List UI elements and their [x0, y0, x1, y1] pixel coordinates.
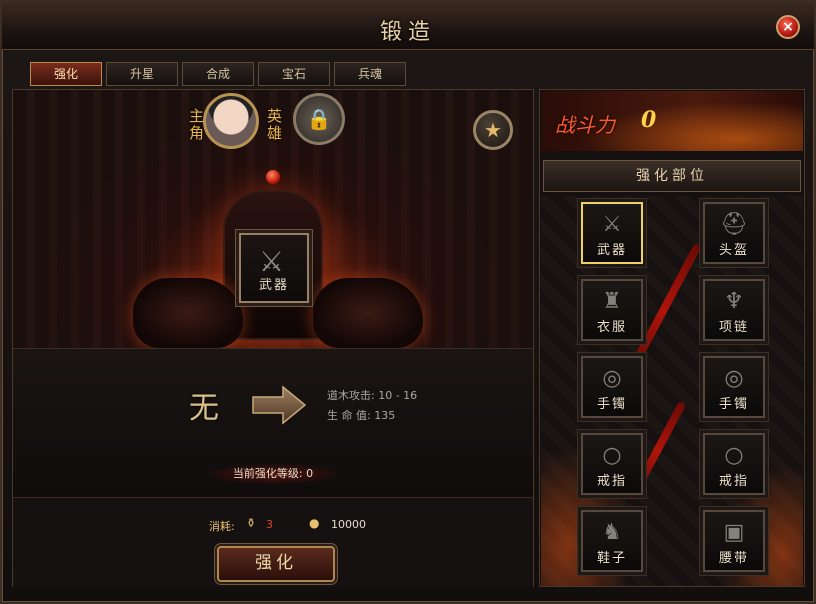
part-label: 鞋子: [596, 551, 627, 566]
stat-attack: 道木攻击: 10 - 16: [327, 389, 418, 402]
part-slot-helmet[interactable]: ⛑ 头盔: [703, 202, 765, 264]
armor-icon: ♜: [602, 289, 622, 314]
parts-panel: 战斗力 0 强化部位 ⚔ 武器 ⛑ 头盔 ♜ 衣服 ♆ 项链 ◎ 手镯 ◎ 手镯…: [539, 89, 805, 587]
hero-label: 英雄: [267, 107, 283, 142]
tab-weapon-soul[interactable]: 兵魂: [334, 62, 406, 86]
throne-gem: [266, 170, 280, 184]
combat-power-label: 战斗力: [555, 113, 615, 137]
cost-area: 消耗: ⚱ 3 ● 10000 强化: [13, 497, 533, 587]
part-slot-ring-left[interactable]: ○ 戒指: [581, 433, 643, 495]
part-slot-bracelet-left[interactable]: ◎ 手镯: [581, 356, 643, 418]
bracelet-icon: ◎: [724, 366, 744, 391]
forge-slot-label: 武器: [258, 278, 289, 293]
gold-count: 10000: [331, 518, 366, 531]
current-level-banner: 当前强化等级: 0: [203, 463, 343, 485]
dragon-statue-left: [133, 278, 243, 348]
part-label: 戒指: [596, 474, 627, 489]
close-button[interactable]: ×: [776, 15, 800, 39]
forge-stone-icon: ⚱: [246, 516, 257, 530]
arrow-right-icon: [252, 385, 307, 425]
part-label: 头盔: [718, 243, 749, 258]
necklace-icon: ♆: [724, 289, 744, 314]
part-label: 衣服: [596, 320, 627, 335]
ring-icon: ○: [602, 443, 622, 468]
cost-label: 消耗:: [209, 520, 235, 533]
combat-power-banner: 战斗力 0: [541, 91, 803, 151]
gold-icon: ●: [309, 516, 320, 530]
part-label: 项链: [718, 320, 749, 335]
strengthen-button[interactable]: 强化: [217, 546, 335, 582]
part-label: 戒指: [718, 474, 749, 489]
dragon-statue-right: [313, 278, 423, 348]
current-enhance-text: 无: [189, 391, 219, 426]
lock-icon: 🔒: [306, 107, 332, 131]
throne-scene: 主角 英雄 🔒 ★ ⚔ 武器: [13, 90, 533, 348]
sword-icon: ⚔: [602, 212, 622, 237]
belt-icon: ▣: [723, 520, 745, 545]
forge-window: 锻造 × 强化 升星 合成 宝石 兵魂 主角 英雄 🔒 ★ ⚔ 武器 无 道木攻…: [0, 0, 816, 604]
tab-synthesis[interactable]: 合成: [182, 62, 254, 86]
part-slot-bracelet-right[interactable]: ◎ 手镯: [703, 356, 765, 418]
parts-title: 强化部位: [543, 160, 801, 192]
part-label: 武器: [596, 243, 627, 258]
forge-equipment-slot[interactable]: ⚔ 武器: [239, 233, 309, 303]
part-slot-armor[interactable]: ♜ 衣服: [581, 279, 643, 341]
part-label: 手镯: [596, 397, 627, 412]
forge-panel: 主角 英雄 🔒 ★ ⚔ 武器 无 道木攻击: 10 - 16 生 命 值: 13…: [12, 89, 534, 587]
stat-hp: 生 命 值: 135: [327, 409, 396, 422]
part-label: 手镯: [718, 397, 749, 412]
helmet-icon: ⛑: [720, 212, 748, 237]
tab-bar: 强化 升星 合成 宝石 兵魂: [30, 62, 406, 86]
tab-upgrade-star[interactable]: 升星: [106, 62, 178, 86]
bracelet-icon: ◎: [602, 366, 622, 391]
parts-grid: ⚔ 武器 ⛑ 头盔 ♜ 衣服 ♆ 项链 ◎ 手镯 ◎ 手镯 ○ 戒指 ○ 戒指 …: [541, 196, 803, 586]
title-bar: 锻造 ×: [2, 2, 814, 50]
tab-gems[interactable]: 宝石: [258, 62, 330, 86]
part-slot-weapon[interactable]: ⚔ 武器: [581, 202, 643, 264]
stone-count: 3: [266, 518, 273, 531]
window-title: 锻造: [379, 20, 436, 45]
main-character-avatar[interactable]: [203, 93, 259, 149]
part-label: 腰带: [718, 551, 749, 566]
part-slot-ring-right[interactable]: ○ 戒指: [703, 433, 765, 495]
boots-icon: ♞: [602, 520, 622, 545]
stats-area: 无 道木攻击: 10 - 16 生 命 值: 135 当前强化等级: 0: [13, 348, 533, 496]
part-slot-necklace[interactable]: ♆ 项链: [703, 279, 765, 341]
part-slot-boots[interactable]: ♞ 鞋子: [581, 510, 643, 572]
star-icon: ★: [484, 118, 502, 142]
hero-slot-locked[interactable]: 🔒: [293, 93, 345, 145]
part-slot-belt[interactable]: ▣ 腰带: [703, 510, 765, 572]
star-button[interactable]: ★: [473, 110, 513, 150]
tab-strengthen[interactable]: 强化: [30, 62, 102, 86]
combat-power-value: 0: [641, 107, 657, 133]
ring-icon: ○: [724, 443, 744, 468]
